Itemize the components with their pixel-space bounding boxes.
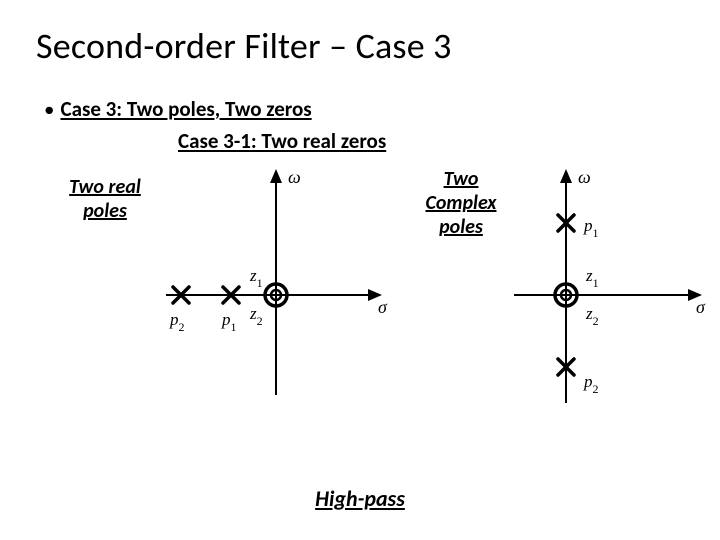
axis-omega-right: ω — [578, 167, 591, 187]
bullet-case3: •Case 3: Two poles, Two zeros — [44, 94, 684, 126]
label-p1-right: p1 — [583, 216, 599, 240]
bullet-list: •Case 3: Two poles, Two zeros Case 3-1: … — [44, 94, 684, 157]
diagram-area: Two realpoles TwoComplexpoles ω σ z1 z2 … — [36, 165, 684, 465]
slide-title: Second-order Filter – Case 3 — [36, 24, 684, 68]
right-plane-caption: TwoComplexpoles — [406, 167, 516, 239]
label-z1-right: z1 — [585, 266, 599, 290]
axis-sigma-left: σ — [378, 297, 388, 317]
label-p2-left: p2 — [169, 310, 185, 334]
s-plane-left: ω σ z1 z2 p1 p2 — [156, 165, 396, 415]
label-z2-right: z2 — [585, 304, 599, 328]
label-p2-right: p2 — [583, 372, 599, 396]
bullet-case3-1: Case 3-1: Two real zeros — [178, 126, 684, 158]
axis-omega-left: ω — [288, 167, 301, 187]
label-p1-left: p1 — [221, 310, 237, 334]
axis-sigma-right: σ — [696, 297, 706, 317]
s-plane-right: ω σ z1 z2 p1 p2 — [506, 165, 720, 425]
footer-label: High-pass — [0, 485, 720, 512]
label-z1-left: z1 — [249, 266, 263, 290]
left-plane-caption: Two realpoles — [50, 175, 160, 223]
label-z2-left: z2 — [249, 304, 263, 328]
